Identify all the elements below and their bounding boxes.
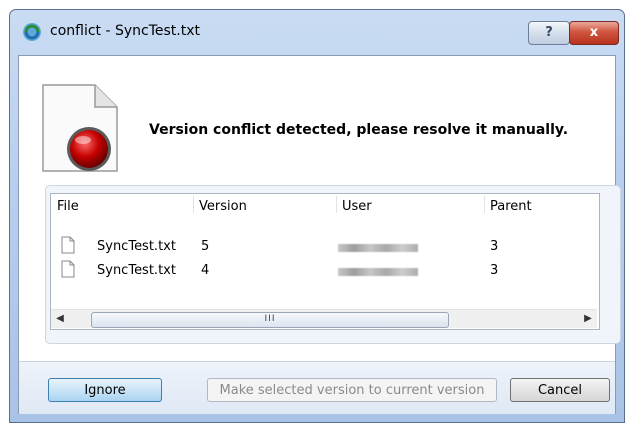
row-user-redacted bbox=[338, 244, 418, 252]
scroll-right-arrow-icon[interactable]: ▶ bbox=[579, 310, 597, 328]
make-current-version-button[interactable]: Make selected version to current version bbox=[207, 378, 497, 402]
column-divider[interactable] bbox=[484, 196, 485, 213]
scrollbar-thumb[interactable]: III bbox=[91, 312, 449, 328]
column-header-user[interactable]: User bbox=[342, 199, 372, 214]
conflict-file-icon bbox=[42, 84, 118, 172]
horizontal-scrollbar[interactable]: ◀ III ▶ bbox=[51, 309, 597, 328]
cancel-button[interactable]: Cancel bbox=[510, 378, 610, 402]
help-button[interactable]: ? bbox=[528, 21, 570, 45]
row-parent: 3 bbox=[490, 239, 499, 254]
row-file-name: SyncTest.txt bbox=[97, 239, 176, 254]
column-header-version[interactable]: Version bbox=[199, 199, 247, 214]
scroll-left-arrow-icon[interactable]: ◀ bbox=[51, 310, 69, 328]
file-icon bbox=[61, 260, 75, 278]
close-button[interactable]: x bbox=[569, 21, 619, 45]
app-icon bbox=[23, 23, 41, 41]
column-divider[interactable] bbox=[336, 196, 337, 213]
row-parent: 3 bbox=[490, 263, 499, 278]
dialog-content: Version conflict detected, please resolv… bbox=[18, 55, 621, 414]
column-header-file[interactable]: File bbox=[57, 199, 79, 214]
button-bar: Ignore Make selected version to current … bbox=[19, 361, 615, 414]
window-title: conflict - SyncTest.txt bbox=[50, 23, 201, 39]
column-header-parent[interactable]: Parent bbox=[490, 199, 532, 214]
row-file-name: SyncTest.txt bbox=[97, 263, 176, 278]
versions-list[interactable]: File Version User Parent SyncTest.txt 5 … bbox=[50, 193, 600, 330]
row-version: 4 bbox=[201, 263, 210, 278]
column-divider[interactable] bbox=[193, 196, 194, 213]
row-version: 5 bbox=[201, 239, 210, 254]
ignore-button[interactable]: Ignore bbox=[48, 378, 162, 402]
conflict-message: Version conflict detected, please resolv… bbox=[149, 122, 569, 138]
title-bar[interactable]: conflict - SyncTest.txt ? x bbox=[10, 10, 624, 56]
file-icon bbox=[61, 236, 75, 254]
row-user-redacted bbox=[338, 268, 418, 276]
dialog-window: conflict - SyncTest.txt ? x Version conf… bbox=[9, 9, 625, 423]
